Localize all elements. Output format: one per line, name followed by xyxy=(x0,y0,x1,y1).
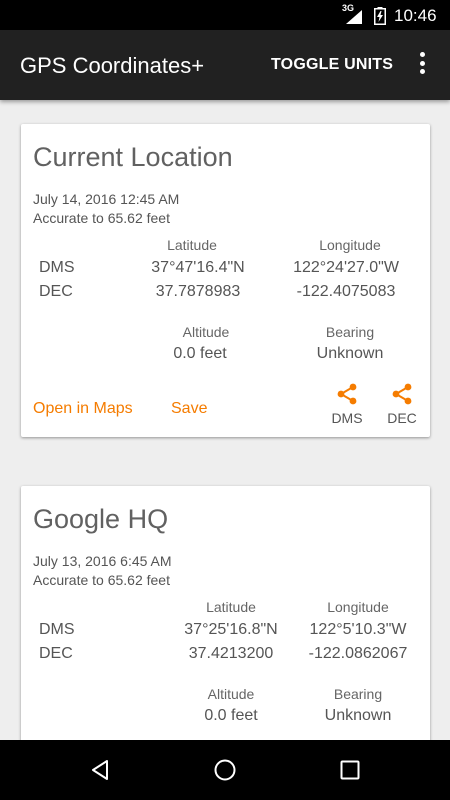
card-accuracy: Accurate to 65.62 feet xyxy=(33,572,170,588)
clock: 10:46 xyxy=(394,6,437,25)
share-dec-label: DEC xyxy=(387,410,417,426)
save-button[interactable]: Save xyxy=(171,400,207,418)
longitude-header: Longitude xyxy=(327,599,389,615)
location-card-saved: Google HQ July 13, 2016 6:45 AM Accurate… xyxy=(21,486,430,756)
card-date: July 13, 2016 6:45 AM xyxy=(33,553,172,569)
app-title: GPS Coordinates+ xyxy=(20,53,205,78)
share-dms-label: DMS xyxy=(331,410,363,426)
card-date: July 14, 2016 12:45 AM xyxy=(33,191,180,207)
app-bar: GPS Coordinates+ TOGGLE UNITS xyxy=(0,30,450,100)
dms-label: DMS xyxy=(39,621,75,638)
share-dms-button[interactable]: DMS xyxy=(327,382,367,426)
recents-icon[interactable] xyxy=(338,758,362,782)
dms-label: DMS xyxy=(39,259,75,276)
share-icon xyxy=(392,383,412,405)
bearing-value: Unknown xyxy=(324,707,392,724)
dms-longitude: 122°24'27.0"W xyxy=(293,259,399,276)
navigation-bar xyxy=(0,740,450,800)
dec-latitude: 37.7878983 xyxy=(155,283,241,300)
latitude-header: Latitude xyxy=(167,237,217,253)
share-dec-button[interactable]: DEC xyxy=(382,382,422,426)
altitude-value: 0.0 feet xyxy=(173,345,227,362)
location-card-current: Current Location July 14, 2016 12:45 AM … xyxy=(21,124,430,437)
latitude-header: Latitude xyxy=(206,599,256,615)
back-icon[interactable] xyxy=(88,758,112,782)
bearing-header: Bearing xyxy=(333,686,383,702)
open-in-maps-button[interactable]: Open in Maps xyxy=(33,400,133,418)
toggle-units-button[interactable]: TOGGLE UNITS xyxy=(271,56,393,74)
battery-icon xyxy=(374,7,386,25)
card-title: Google HQ xyxy=(33,504,169,534)
dec-longitude: -122.0862067 xyxy=(308,645,408,662)
longitude-header: Longitude xyxy=(319,237,381,253)
dec-longitude: -122.4075083 xyxy=(296,283,396,300)
status-bar: 3G 10:46 xyxy=(0,0,450,30)
altitude-header: Altitude xyxy=(182,324,230,340)
dec-label: DEC xyxy=(39,283,73,300)
share-icon xyxy=(337,383,357,405)
bearing-header: Bearing xyxy=(325,324,375,340)
signal-icon xyxy=(346,10,362,24)
dec-label: DEC xyxy=(39,645,73,662)
home-icon[interactable] xyxy=(213,758,237,782)
altitude-header: Altitude xyxy=(207,686,255,702)
more-vert-icon[interactable] xyxy=(414,52,430,78)
card-accuracy: Accurate to 65.62 feet xyxy=(33,210,170,226)
card-title: Current Location xyxy=(33,142,233,172)
bearing-value: Unknown xyxy=(316,345,384,362)
dms-latitude: 37°47'16.4"N xyxy=(151,259,245,276)
dms-longitude: 122°5'10.3"W xyxy=(309,621,407,638)
